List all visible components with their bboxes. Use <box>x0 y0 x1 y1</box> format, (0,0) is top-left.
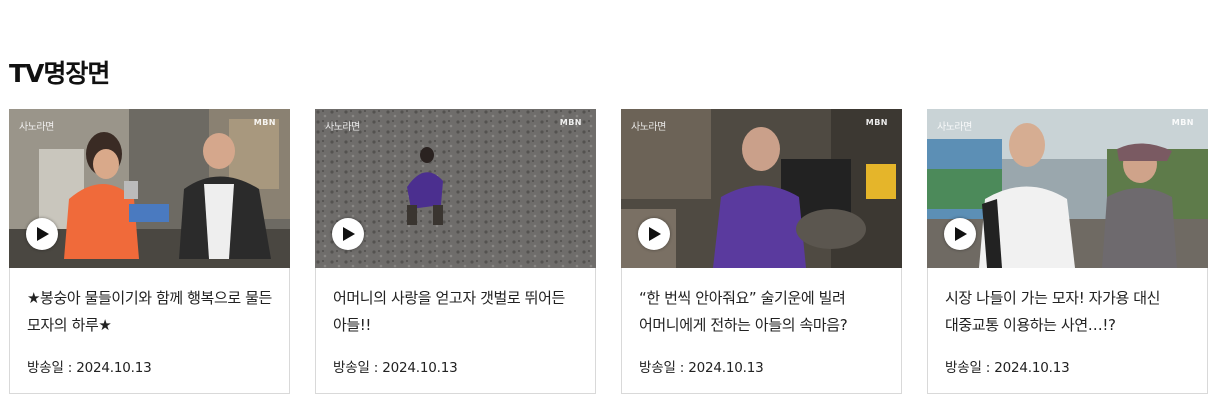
video-title[interactable]: 시장 나들이 가는 모자! 자가용 대신 대중교통 이용하는 사연…!? <box>945 285 1193 339</box>
air-date: 방송일 : 2024.10.13 <box>639 360 764 376</box>
play-icon <box>37 227 49 241</box>
video-card[interactable]: 사노라면 MBN “한 번씩 안아줘요” 술기운에 빌려 어머니에게 전하는 아… <box>621 109 902 394</box>
program-logo: 사노라면 <box>631 122 666 133</box>
program-logo: 사노라면 <box>19 122 54 133</box>
program-logo: 사노라면 <box>325 122 360 133</box>
video-card[interactable]: 사노라면 MBN 어머니의 사랑을 얻고자 갯벌로 뛰어든 아들!! 방송일 :… <box>315 109 596 394</box>
video-card[interactable]: 사노라면 MBN 시장 나들이 가는 모자! 자가용 대신 대중교통 이용하는 … <box>927 109 1208 394</box>
play-button[interactable] <box>26 218 58 250</box>
air-date: 방송일 : 2024.10.13 <box>333 360 458 376</box>
channel-logo: MBN <box>865 118 888 127</box>
air-date: 방송일 : 2024.10.13 <box>27 360 152 376</box>
video-card[interactable]: 사노라면 MBN ★봉숭아 물들이기와 함께 행복으로 물든 모자의 하루★ 방… <box>9 109 290 394</box>
play-icon <box>343 227 355 241</box>
video-title[interactable]: “한 번씩 안아줘요” 술기운에 빌려 어머니에게 전하는 아들의 속마음? <box>639 285 887 339</box>
video-title[interactable]: ★봉숭아 물들이기와 함께 행복으로 물든 모자의 하루★ <box>27 285 275 339</box>
program-logo: 사노라면 <box>937 122 972 133</box>
video-thumbnail[interactable]: 사노라면 MBN <box>621 109 902 268</box>
channel-logo: MBN <box>253 118 276 127</box>
channel-logo: MBN <box>1171 118 1194 127</box>
video-thumbnail[interactable]: 사노라면 MBN <box>9 109 290 268</box>
video-card-list: 사노라면 MBN ★봉숭아 물들이기와 함께 행복으로 물든 모자의 하루★ 방… <box>9 109 1209 395</box>
play-icon <box>649 227 661 241</box>
play-button[interactable] <box>944 218 976 250</box>
air-date: 방송일 : 2024.10.13 <box>945 360 1070 376</box>
video-title[interactable]: 어머니의 사랑을 얻고자 갯벌로 뛰어든 아들!! <box>333 285 581 339</box>
play-button[interactable] <box>638 218 670 250</box>
play-icon <box>955 227 967 241</box>
video-thumbnail[interactable]: 사노라면 MBN <box>927 109 1208 268</box>
channel-logo: MBN <box>559 118 582 127</box>
section-title: TV명장면 <box>9 59 110 88</box>
video-thumbnail[interactable]: 사노라면 MBN <box>315 109 596 268</box>
play-button[interactable] <box>332 218 364 250</box>
